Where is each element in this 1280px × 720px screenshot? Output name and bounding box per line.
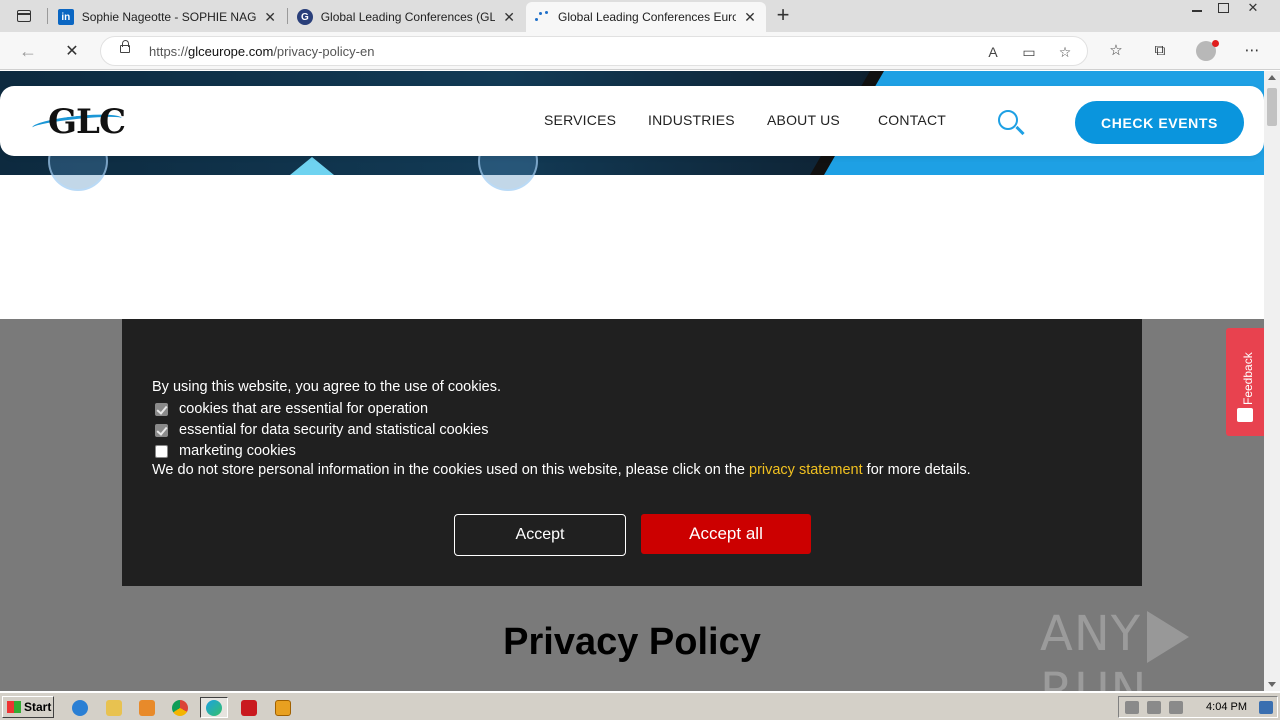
tab-linkedin[interactable]: in Sophie Nageotte - SOPHIE NAGEOTTE ✕: [50, 2, 286, 32]
glc-logo[interactable]: GLC: [31, 102, 152, 142]
checkbox-marketing[interactable]: [155, 444, 168, 458]
hero-decoration: [290, 157, 334, 175]
tab-actions-icon: [17, 10, 31, 22]
start-button[interactable]: Start: [2, 696, 54, 718]
read-aloud-icon[interactable]: A: [984, 43, 1002, 61]
show-desktop-icon[interactable]: [1259, 701, 1273, 714]
cookie-note: We do not store personal information in …: [152, 462, 971, 478]
collections-icon[interactable]: ⧉: [1150, 41, 1170, 61]
system-tray: 4:04 PM: [1118, 696, 1278, 718]
anyrun-watermark: ANYRUN: [1040, 606, 1264, 691]
close-window-button[interactable]: ✕: [1240, 0, 1266, 16]
cookie-option-security-statistics[interactable]: essential for data security and statisti…: [152, 422, 488, 438]
scroll-down-icon[interactable]: [1268, 682, 1276, 687]
taskbar-ie[interactable]: [66, 697, 94, 718]
feedback-label: Feedback: [1241, 352, 1255, 405]
tab-glc-europe[interactable]: Global Leading Conferences Europe ✕: [526, 2, 766, 32]
close-icon[interactable]: ✕: [742, 9, 758, 25]
start-label: Start: [24, 700, 52, 714]
volume-icon[interactable]: [1125, 701, 1139, 714]
back-button[interactable]: ←: [16, 39, 40, 63]
taskbar-app[interactable]: [269, 697, 297, 718]
media-player-icon: [139, 699, 155, 716]
cookie-option-marketing[interactable]: marketing cookies: [152, 443, 296, 459]
more-menu-icon[interactable]: ⋯: [1242, 41, 1262, 61]
taskbar: Start 4:04 PM: [0, 692, 1280, 720]
glc-globe-icon: G: [297, 9, 313, 25]
ie-icon: [72, 699, 88, 716]
accept-all-button[interactable]: Accept all: [641, 514, 811, 554]
privacy-statement-link[interactable]: privacy statement: [749, 462, 863, 478]
stop-loading-button[interactable]: ✕: [60, 39, 84, 63]
close-icon[interactable]: ✕: [262, 9, 278, 25]
chrome-icon: [172, 699, 188, 716]
network-icon[interactable]: [1147, 701, 1161, 714]
loading-spinner-icon: [534, 9, 550, 25]
taskbar-chrome[interactable]: [166, 697, 194, 718]
maximize-button[interactable]: [1210, 0, 1236, 16]
nav-services[interactable]: SERVICES: [544, 112, 616, 128]
address-bar[interactable]: https://glceurope.com/privacy-policy-en …: [100, 36, 1088, 66]
folder-icon: [106, 699, 122, 716]
close-icon[interactable]: ✕: [501, 9, 517, 25]
cookie-option-label: essential for data security and statisti…: [179, 422, 489, 438]
flag-icon[interactable]: [1169, 701, 1183, 714]
logo-text: GLC: [48, 102, 126, 142]
new-tab-button[interactable]: +: [772, 4, 794, 27]
page-scrollbar[interactable]: [1264, 71, 1280, 691]
cookie-banner: By using this website, you agree to the …: [122, 319, 1142, 586]
cookie-option-label: marketing cookies: [179, 443, 296, 459]
cookie-intro: By using this website, you agree to the …: [152, 379, 502, 395]
page-viewport: GLC SERVICES INDUSTRIES ABOUT US CONTACT…: [0, 71, 1264, 691]
tab-actions-button[interactable]: [8, 4, 40, 28]
browser-toolbar: ← ✕ https://glceurope.com/privacy-policy…: [0, 32, 1280, 70]
tab-strip: in Sophie Nageotte - SOPHIE NAGEOTTE ✕ G…: [0, 0, 1280, 32]
search-icon[interactable]: [998, 110, 1018, 130]
url-text: https://glceurope.com/privacy-policy-en: [149, 44, 375, 59]
clock: 4:04 PM: [1206, 701, 1247, 713]
site-header: GLC SERVICES INDUSTRIES ABOUT US CONTACT…: [0, 86, 1264, 156]
profile-avatar[interactable]: [1196, 40, 1219, 61]
linkedin-icon: in: [58, 9, 74, 25]
lock-icon: [120, 40, 130, 53]
edge-icon: [206, 699, 222, 716]
tab-title: Global Leading Conferences (GLC): [320, 10, 496, 24]
tab-glc[interactable]: G Global Leading Conferences (GLC) ✕: [289, 2, 525, 32]
nav-about-us[interactable]: ABOUT US: [767, 112, 840, 128]
scroll-up-icon[interactable]: [1268, 75, 1276, 80]
taskbar-media[interactable]: [133, 697, 161, 718]
cookie-option-label: cookies that are essential for operation: [179, 401, 429, 417]
feedback-tab[interactable]: Feedback: [1226, 328, 1264, 436]
tab-separator: [287, 8, 288, 24]
minimize-button[interactable]: [1184, 0, 1210, 16]
add-favorite-icon[interactable]: ☆: [1056, 43, 1074, 61]
tab-title: Sophie Nageotte - SOPHIE NAGEOTTE: [81, 10, 257, 24]
nav-contact[interactable]: CONTACT: [878, 112, 946, 128]
checkbox-security-statistics[interactable]: [155, 423, 168, 437]
immersive-reader-icon[interactable]: ▭: [1020, 43, 1038, 61]
checkbox-essential[interactable]: [155, 402, 168, 416]
favorites-icon[interactable]: ☆: [1106, 41, 1126, 61]
taskbar-edge[interactable]: [200, 697, 228, 718]
play-icon: [1147, 611, 1190, 663]
tab-title: Global Leading Conferences Europe: [558, 10, 736, 24]
taskbar-acrobat[interactable]: [235, 697, 263, 718]
windows-flag-icon: [7, 701, 21, 713]
acrobat-icon: [241, 699, 257, 716]
nav-industries[interactable]: INDUSTRIES: [648, 112, 735, 128]
scroll-thumb[interactable]: [1267, 88, 1277, 126]
check-events-button[interactable]: CHECK EVENTS: [1075, 101, 1244, 144]
cookie-option-essential[interactable]: cookies that are essential for operation: [152, 401, 428, 417]
app-icon: [275, 699, 291, 716]
accept-button[interactable]: Accept: [454, 514, 626, 556]
tab-separator: [47, 8, 48, 24]
taskbar-explorer[interactable]: [100, 697, 128, 718]
feedback-smiley-icon: [1237, 408, 1253, 422]
